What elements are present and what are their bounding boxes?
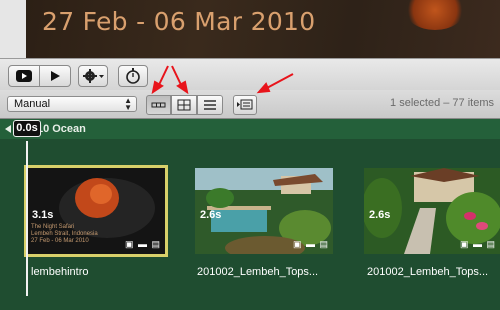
clip-thumbnail[interactable]: 2.6s ▣ ▬ ▤	[195, 168, 333, 254]
clip-name: 201002_Lembeh_Tops...	[367, 266, 489, 278]
clip-thumbnail[interactable]: 2.6s ▣ ▬ ▤	[364, 168, 500, 254]
playhead-time[interactable]: 0.0s	[13, 120, 41, 137]
clip-name: lembehintro	[31, 266, 89, 278]
clip-badge-icons: ▣ ▬ ▤	[124, 239, 161, 249]
arrow-icon	[151, 65, 294, 95]
clip-badge-icons: ▣ ▬ ▤	[459, 239, 496, 249]
clip-name: 201002_Lembeh_Tops...	[197, 266, 319, 278]
disclosure-triangle-icon[interactable]	[5, 125, 11, 133]
clip-duration: 3.1s	[32, 209, 54, 221]
annotation-arrows	[151, 65, 294, 95]
clip-title-text: The Night Safari Lembeh Strait, Indonesi…	[31, 224, 98, 245]
clip-duration: 2.6s	[200, 209, 222, 221]
thumb-title: The Night Safari	[31, 224, 75, 230]
thumb-subtitle: Lembeh Strait, Indonesia	[31, 231, 98, 237]
clip-duration: 2.6s	[369, 209, 391, 221]
thumb-dates: 27 Feb - 06 Mar 2010	[31, 238, 89, 244]
playhead-line[interactable]	[26, 141, 28, 296]
clip-badge-icons: ▣ ▬ ▤	[292, 239, 329, 249]
clip-thumbnail[interactable]: The Night Safari Lembeh Strait, Indonesi…	[24, 165, 168, 257]
